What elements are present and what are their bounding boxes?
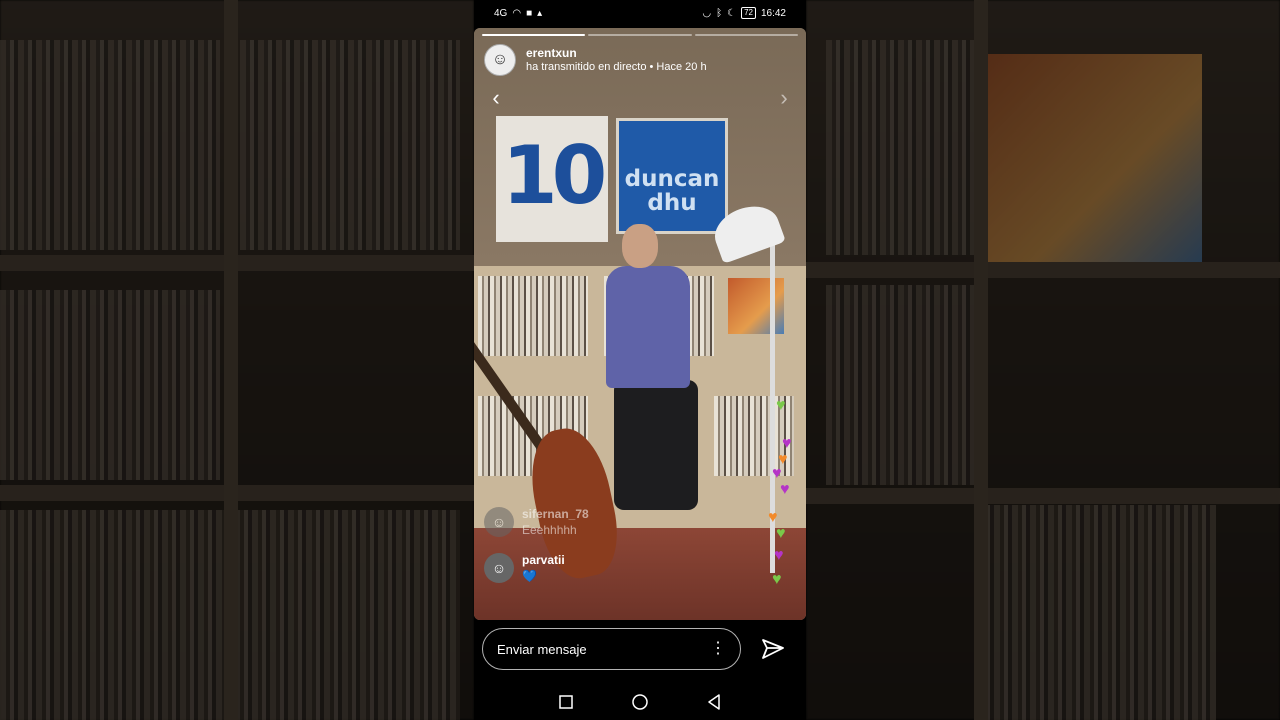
clock: 16:42 (760, 7, 786, 19)
comment-user[interactable]: parvatii (522, 552, 565, 568)
camera-icon: ■ (526, 7, 533, 19)
heart-icon: ♥ (772, 465, 782, 482)
live-subtitle: ha transmitido en directo • Hace 20 h (526, 61, 707, 73)
poster-number: 10 (496, 116, 608, 242)
message-composer[interactable]: ⋮ (482, 628, 741, 670)
comment-text: 💙 (522, 569, 537, 583)
signal-indicator: 4G (494, 7, 508, 19)
heart-icon: ♥ (776, 525, 786, 542)
phone-screen: 4G ◠ ■ ▴ ◡ ᛒ ☾ 72 16:42 10 duncan dhu ☺ … (474, 0, 806, 720)
comment-text: Eeehhhhh (522, 523, 577, 537)
floating-hearts: ♥ ♥ ♥ ♥ ♥ ♥ ♥ ♥ ♥ (768, 398, 798, 618)
send-icon[interactable] (760, 636, 786, 662)
comment-avatar[interactable]: ☺ (484, 553, 514, 583)
heart-icon: ♥ (782, 435, 792, 452)
person-legs (614, 380, 698, 510)
headset-icon: ◡ (702, 7, 712, 19)
progress-segment (588, 34, 692, 36)
comment-user[interactable]: sifernan_78 (522, 506, 589, 522)
notification-icon: ▴ (537, 7, 543, 19)
story-header: ☺ erentxun ha transmitido en directo • H… (484, 44, 707, 76)
chevron-left-icon[interactable]: ‹ (484, 85, 508, 110)
comment-item: ☺ sifernan_78 Eeehhhhh (484, 506, 589, 538)
album-cover (728, 278, 784, 334)
moon-icon: ☾ (727, 7, 737, 19)
avatar[interactable]: ☺ (484, 44, 516, 76)
triangle-back-icon[interactable] (705, 693, 723, 711)
live-video[interactable]: 10 duncan dhu ☺ erentxun ha transmitido … (474, 28, 806, 620)
heart-icon: ♥ (776, 397, 786, 414)
background-left (0, 0, 474, 720)
system-nav-bar (474, 686, 806, 718)
progress-segment (694, 34, 798, 36)
story-progress (482, 34, 798, 36)
background-right (806, 0, 1280, 720)
heart-icon: ♥ (768, 509, 778, 526)
wifi-icon: ◠ (512, 7, 522, 19)
heart-icon: ♥ (774, 547, 784, 564)
bluetooth-icon: ᛒ (716, 7, 723, 19)
progress-segment (482, 34, 586, 36)
username[interactable]: erentxun (526, 46, 707, 60)
more-vertical-icon[interactable]: ⋮ (710, 641, 726, 657)
square-icon[interactable] (557, 693, 575, 711)
message-input[interactable] (497, 641, 677, 657)
heart-icon: ♥ (772, 571, 782, 588)
poster-duncan-dhu: duncan dhu (616, 118, 728, 234)
comment-avatar[interactable]: ☺ (484, 507, 514, 537)
chevron-right-icon[interactable]: › (772, 85, 796, 110)
battery-indicator: 72 (741, 7, 756, 19)
comment-item: ☺ parvatii 💙 (484, 552, 565, 584)
heart-icon: ♥ (780, 481, 790, 498)
person-head (622, 224, 658, 268)
circle-icon[interactable] (631, 693, 649, 711)
status-bar: 4G ◠ ■ ▴ ◡ ᛒ ☾ 72 16:42 (474, 0, 806, 26)
person (606, 266, 690, 388)
